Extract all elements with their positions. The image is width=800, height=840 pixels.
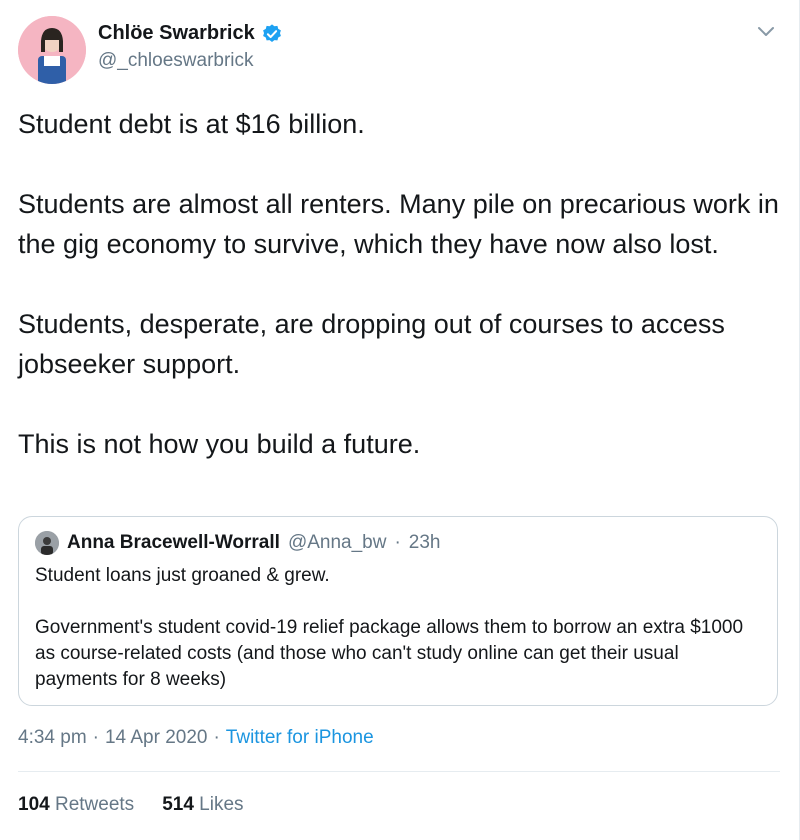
quoted-tweet[interactable]: Anna Bracewell-Worrall @Anna_bw · 23h St… — [18, 516, 778, 706]
tweet-text: Student debt is at $16 billion. Students… — [18, 104, 788, 464]
separator-dot: · — [394, 532, 401, 553]
tweet-date[interactable]: 14 Apr 2020 — [105, 727, 207, 749]
quoted-paragraph: Student loans just groaned & grew. — [35, 565, 330, 586]
separator-dot: · — [213, 727, 220, 748]
tweet-paragraph: Students are almost all renters. Many pi… — [18, 189, 779, 259]
tweet-paragraph: This is not how you build a future. — [18, 429, 421, 459]
retweets-stat[interactable]: 104 Retweets — [18, 794, 134, 816]
quoted-tweet-header: Anna Bracewell-Worrall @Anna_bw · 23h — [35, 531, 761, 555]
tweet-card: Chlöe Swarbrick @_chloeswarbrick Student… — [0, 0, 800, 840]
likes-stat[interactable]: 514 Likes — [162, 794, 243, 816]
divider — [18, 771, 780, 772]
quoted-author-handle: @Anna_bw — [287, 532, 387, 553]
tweet-paragraph: Students, desperate, are dropping out of… — [18, 309, 725, 379]
chevron-down-icon[interactable] — [757, 26, 775, 38]
author-handle[interactable]: @_chloeswarbrick — [98, 50, 254, 72]
author-name-row: Chlöe Swarbrick — [98, 22, 283, 45]
separator-dot: · — [92, 727, 99, 748]
likes-label: Likes — [199, 794, 244, 815]
quoted-time: 23h — [408, 532, 441, 553]
author-name[interactable]: Chlöe Swarbrick — [98, 22, 255, 45]
quoted-tweet-text: Student loans just groaned & grew. Gover… — [35, 563, 761, 693]
retweets-count: 104 — [18, 794, 50, 815]
tweet-meta: 4:34 pm · 14 Apr 2020 · Twitter for iPho… — [18, 727, 374, 749]
tweet-source-link[interactable]: Twitter for iPhone — [226, 727, 374, 749]
quoted-author-avatar — [35, 531, 59, 555]
tweet-stats: 104 Retweets 514 Likes — [18, 794, 244, 816]
verified-badge-icon — [262, 23, 281, 42]
tweet-time[interactable]: 4:34 pm — [18, 727, 87, 749]
likes-count: 514 — [162, 794, 194, 815]
quoted-author-name: Anna Bracewell-Worrall — [67, 532, 280, 553]
quoted-paragraph: Government's student covid-19 relief pac… — [35, 617, 744, 690]
retweets-label: Retweets — [54, 794, 135, 815]
author-avatar[interactable] — [18, 16, 86, 84]
tweet-paragraph: Student debt is at $16 billion. — [18, 109, 365, 139]
